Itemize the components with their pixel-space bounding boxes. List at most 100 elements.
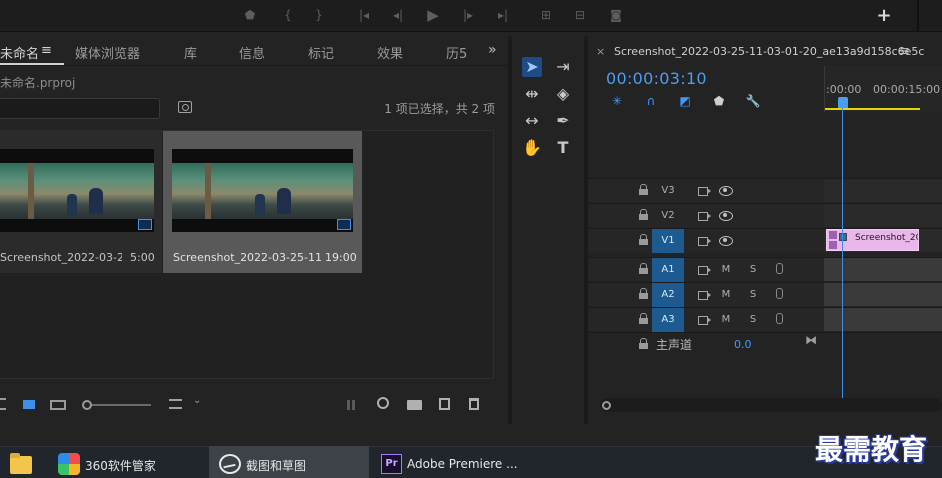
wrench-icon[interactable]: 🔧: [745, 93, 761, 109]
work-area-bar[interactable]: [825, 108, 920, 110]
snip-sketch-icon[interactable]: [219, 454, 241, 474]
zoom-slider[interactable]: [85, 404, 151, 406]
search-icon[interactable]: [377, 397, 389, 409]
lock-icon[interactable]: [639, 184, 648, 195]
mark-in-icon[interactable]: {: [280, 7, 296, 23]
master-volume[interactable]: 0.0: [734, 338, 752, 351]
eye-icon[interactable]: [719, 184, 733, 197]
file-explorer-icon[interactable]: [10, 453, 32, 474]
solo-button[interactable]: S: [746, 313, 760, 326]
lock-icon[interactable]: [639, 234, 648, 245]
solo-button[interactable]: S: [746, 288, 760, 301]
tab-media-browser[interactable]: 媒体浏览器: [75, 43, 140, 62]
sync-lock-icon[interactable]: [697, 234, 711, 247]
close-icon[interactable]: ×: [596, 45, 605, 58]
lock-icon[interactable]: [639, 313, 648, 324]
nest-sequence-icon[interactable]: ✳: [609, 93, 625, 109]
lock-icon[interactable]: [639, 288, 648, 299]
slip-tool-icon[interactable]: ↔: [522, 111, 542, 131]
track-target-v3[interactable]: V3: [652, 179, 684, 203]
pen-tool-icon[interactable]: ✒: [553, 111, 573, 131]
360-software-manager-icon[interactable]: [58, 453, 80, 475]
tab-history[interactable]: 历5: [446, 43, 467, 62]
tab-effects[interactable]: 效果: [377, 43, 403, 62]
lock-icon[interactable]: [639, 338, 648, 349]
step-forward-icon[interactable]: |▸: [460, 7, 476, 23]
taskbar-item-snip[interactable]: 截图和草图: [246, 457, 306, 474]
tab-info[interactable]: 信息: [239, 43, 265, 62]
linked-selection-icon[interactable]: ◩: [677, 93, 693, 109]
premiere-pro-icon[interactable]: Pr: [381, 454, 402, 474]
clip-tile[interactable]: Screenshot_2022-03-25-11-0... 5:00: [0, 131, 162, 273]
overwrite-icon[interactable]: ⊟: [572, 7, 588, 23]
selection-tool-icon[interactable]: ➤: [522, 57, 542, 77]
playhead-timecode[interactable]: 00:00:03:10: [606, 69, 707, 88]
export-frame-icon[interactable]: ◙: [608, 7, 624, 23]
ripple-edit-tool-icon[interactable]: ⇹: [522, 84, 542, 104]
tab-libraries[interactable]: 库: [184, 43, 197, 62]
automate-to-sequence-icon[interactable]: [347, 400, 361, 410]
clip-tile-selected[interactable]: Screenshot_2022-03-25-11-... 19:00: [163, 131, 362, 273]
go-to-out-icon[interactable]: ▸|: [495, 7, 511, 23]
tab-markers[interactable]: 标记: [308, 43, 334, 62]
search-input[interactable]: [0, 98, 160, 119]
find-icon[interactable]: [178, 101, 192, 113]
zoom-slider-handle[interactable]: [82, 400, 92, 410]
eye-icon[interactable]: [719, 209, 733, 222]
icon-view-icon[interactable]: [23, 400, 35, 409]
sort-icon[interactable]: [169, 399, 182, 409]
sync-lock-icon[interactable]: [697, 209, 711, 222]
track-target-v1[interactable]: V1: [652, 229, 684, 253]
snap-icon[interactable]: ∩: [643, 93, 659, 109]
mute-button[interactable]: M: [719, 288, 733, 301]
playhead-handle[interactable]: [838, 97, 848, 108]
type-tool-icon[interactable]: T: [553, 138, 573, 158]
chevron-down-icon[interactable]: ⌄: [193, 395, 207, 407]
add-marker-icon[interactable]: ⬟: [242, 7, 258, 23]
scrollbar-handle[interactable]: [602, 401, 611, 410]
tab-project[interactable]: 未命名: [0, 43, 39, 62]
razor-tool-icon[interactable]: ◈: [553, 84, 573, 104]
sync-lock-icon[interactable]: [697, 263, 711, 276]
sync-lock-icon[interactable]: [697, 313, 711, 326]
eye-icon[interactable]: [719, 234, 733, 247]
hand-tool-icon[interactable]: ✋: [522, 138, 542, 158]
timeline-clip[interactable]: Screenshot_20: [826, 229, 919, 251]
microphone-icon[interactable]: [772, 263, 786, 276]
microphone-icon[interactable]: [772, 313, 786, 326]
new-bin-icon[interactable]: [407, 400, 422, 410]
panel-menu-icon[interactable]: ≡: [899, 44, 910, 59]
solo-button[interactable]: S: [746, 263, 760, 276]
trash-icon[interactable]: [469, 398, 479, 410]
new-item-icon[interactable]: [439, 398, 450, 410]
track-select-tool-icon[interactable]: ⇥: [553, 57, 573, 77]
add-marker-icon[interactable]: ⬟: [711, 93, 727, 109]
mute-button[interactable]: M: [719, 313, 733, 326]
microphone-icon[interactable]: [772, 288, 786, 301]
go-to-end-icon[interactable]: ⧓: [805, 333, 817, 347]
lock-icon[interactable]: [639, 209, 648, 220]
play-icon[interactable]: ▶: [425, 7, 441, 23]
list-view-icon[interactable]: [0, 398, 6, 410]
track-target-a3[interactable]: A3: [652, 308, 684, 332]
clip-duration: 19:00: [325, 251, 357, 264]
taskbar-item-premiere[interactable]: Adobe Premiere ...: [407, 457, 518, 471]
sync-lock-icon[interactable]: [697, 288, 711, 301]
track-target-v2[interactable]: V2: [652, 204, 684, 228]
more-tabs-icon[interactable]: »: [488, 42, 497, 58]
timeline-horizontal-scrollbar[interactable]: [600, 398, 942, 412]
sync-lock-icon[interactable]: [697, 184, 711, 197]
insert-icon[interactable]: ⊞: [538, 7, 554, 23]
lock-icon[interactable]: [639, 263, 648, 274]
mute-button[interactable]: M: [719, 263, 733, 276]
track-target-a1[interactable]: A1: [652, 258, 684, 282]
tab-menu-icon[interactable]: ≡: [41, 43, 52, 58]
taskbar-item-360[interactable]: 360软件管家: [85, 457, 156, 474]
go-to-in-icon[interactable]: |◂: [356, 7, 372, 23]
mark-out-icon[interactable]: }: [311, 7, 327, 23]
add-button-icon[interactable]: +: [874, 6, 894, 26]
step-back-icon[interactable]: ◂|: [390, 7, 406, 23]
sequence-tab[interactable]: Screenshot_2022-03-25-11-03-01-20_ae13a9…: [614, 45, 924, 58]
freeform-view-icon[interactable]: [50, 400, 66, 410]
track-target-a2[interactable]: A2: [652, 283, 684, 307]
